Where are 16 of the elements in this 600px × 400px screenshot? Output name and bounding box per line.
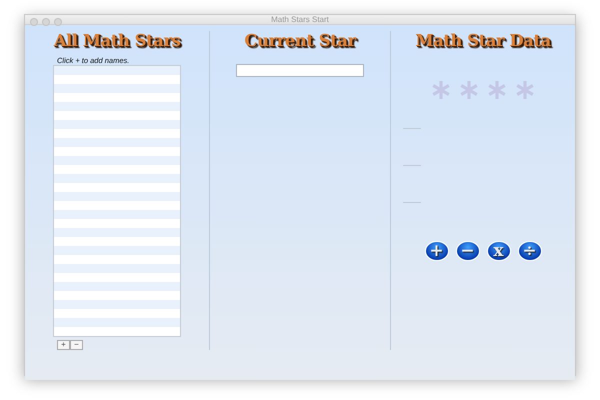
star-icon [515, 80, 535, 100]
section-heading: Current Star [244, 31, 356, 50]
names-list[interactable] [53, 65, 181, 337]
operation-button[interactable]: ÷ [518, 241, 542, 261]
operation-button[interactable]: x [486, 241, 510, 261]
window-title: Math Stars Start [271, 15, 329, 24]
star-icon [487, 80, 507, 100]
star-icon [431, 80, 451, 100]
section-heading: Math Star Data [415, 31, 551, 50]
add-button[interactable]: + [57, 340, 70, 350]
operation-button[interactable]: − [456, 241, 480, 261]
section-heading: All Math Stars [54, 31, 180, 50]
operation-button[interactable]: + [424, 241, 448, 261]
input-field[interactable] [236, 64, 364, 77]
remove-button[interactable]: − [70, 340, 83, 350]
star-icon [459, 80, 479, 100]
